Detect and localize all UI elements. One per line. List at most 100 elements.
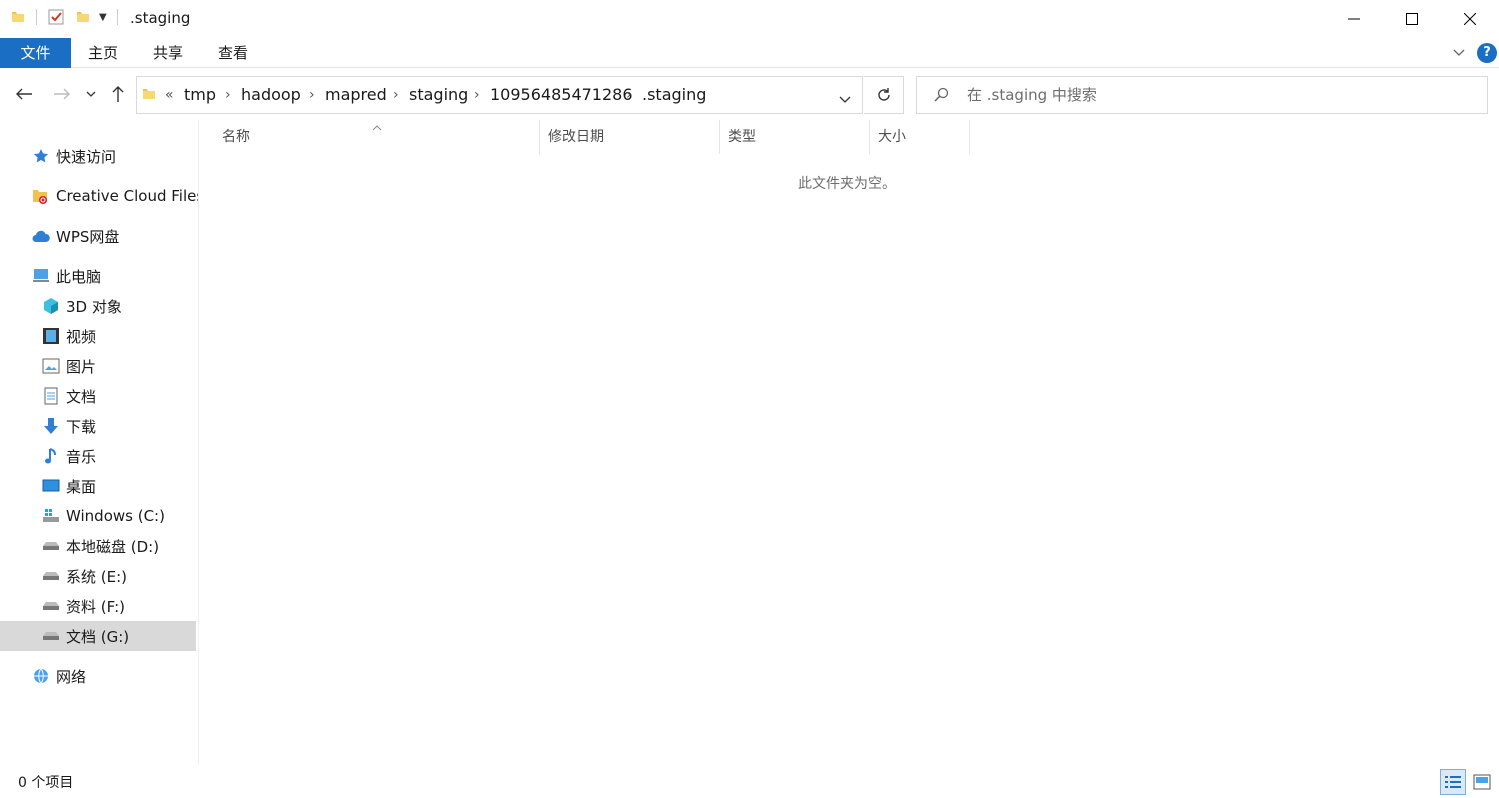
breadcrumb-overflow[interactable]: « [165,77,174,113]
expand-ribbon-button[interactable] [1452,45,1466,63]
title-bar: ▼ .staging [0,0,1499,38]
sidebar-item-label: 系统 (E:) [66,567,128,586]
arrow-up-icon [112,86,124,102]
column-header-name[interactable]: 名称 [214,120,540,154]
chevron-right-icon[interactable]: › [474,77,480,113]
windows-drive-icon [42,507,60,525]
window-title: .staging [130,9,191,27]
download-arrow-icon [42,417,60,435]
sidebar-item-drive-c[interactable]: Windows (C:) [0,501,196,531]
customize-dropdown-icon[interactable]: ▼ [99,12,107,23]
sidebar-item-label: 桌面 [66,477,97,496]
large-icons-view-button[interactable] [1469,769,1495,795]
search-input[interactable]: 在 .staging 中搜索 [967,77,1097,113]
sidebar-item-pictures[interactable]: 图片 [0,351,196,381]
breadcrumb-tmp[interactable]: tmp [184,77,216,113]
tab-home[interactable]: 主页 [76,38,130,68]
file-list[interactable]: 名称 修改日期 类型 大小 此文件夹为空。 [200,120,1499,765]
sidebar-item-drive-e[interactable]: 系统 (E:) [0,561,196,591]
search-icon [933,87,949,107]
address-bar[interactable]: « tmp › hadoop › mapred › staging › 1095… [136,76,863,114]
sidebar-item-music[interactable]: 音乐 [0,441,196,471]
arrow-left-icon [16,88,32,100]
cube-icon [42,297,60,315]
chevron-right-icon[interactable]: › [393,77,399,113]
sidebar-item-videos[interactable]: 视频 [0,321,196,351]
drive-icon [42,567,60,585]
refresh-button[interactable] [864,76,904,114]
picture-icon [42,357,60,375]
computer-icon [32,267,50,285]
sidebar-item-network[interactable]: 网络 [0,661,196,691]
tab-file[interactable]: 文件 [0,38,71,68]
column-header-modified[interactable]: 修改日期 [540,120,720,154]
search-box[interactable]: 在 .staging 中搜索 [916,76,1488,114]
sidebar-item-drive-f[interactable]: 资料 (F:) [0,591,196,621]
sidebar-item-wps-drive[interactable]: WPS网盘 [0,221,196,251]
minimize-icon [1348,18,1360,20]
sidebar-item-label: 视频 [66,327,97,346]
up-button[interactable] [106,82,130,106]
sidebar-item-3d-objects[interactable]: 3D 对象 [0,291,196,321]
new-folder-icon[interactable] [75,9,91,25]
back-button[interactable] [12,82,36,106]
breadcrumb-mapred[interactable]: mapred [325,77,387,113]
network-icon [32,667,50,685]
forward-button[interactable] [50,82,74,106]
maximize-icon [1406,13,1418,25]
item-count: 0 个项目 [18,775,74,791]
sidebar-item-label: 音乐 [66,447,97,466]
chevron-right-icon[interactable]: › [225,77,231,113]
minimize-button[interactable] [1325,0,1383,38]
sidebar-item-documents[interactable]: 文档 [0,381,196,411]
recent-locations-button[interactable] [82,82,100,106]
arrow-right-icon [54,88,70,100]
large-icons-view-icon [1473,774,1491,790]
sidebar-item-desktop[interactable]: 桌面 [0,471,196,501]
sidebar-item-label: 下载 [66,417,97,436]
sidebar-item-label: Creative Cloud Files [56,187,199,205]
breadcrumb-hadoop[interactable]: hadoop [241,77,301,113]
breadcrumb-job-id[interactable]: 10956485471286 [490,77,633,113]
chevron-down-icon [1453,49,1465,56]
music-note-icon [42,447,60,465]
close-icon [1464,13,1476,25]
column-header-size[interactable]: 大小 [870,120,970,154]
address-history-dropdown[interactable] [839,90,851,108]
sidebar-item-drive-g[interactable]: 文档 (G:) [0,621,196,651]
chevron-right-icon[interactable]: › [626,77,632,113]
star-icon [32,147,50,165]
help-icon[interactable]: ? [1477,43,1497,63]
tab-view[interactable]: 查看 [206,38,260,68]
sidebar-item-label: 图片 [66,357,97,376]
details-view-button[interactable] [1440,769,1466,795]
drive-icon [42,597,60,615]
desktop-icon [42,477,60,495]
drive-icon [42,537,60,555]
tab-share[interactable]: 共享 [141,38,195,68]
column-header-type[interactable]: 类型 [720,120,870,154]
breadcrumb-current[interactable]: .staging [642,77,706,113]
empty-folder-message: 此文件夹为空。 [798,176,896,192]
sidebar-item-this-pc[interactable]: 此电脑 [0,261,196,291]
sidebar-item-creative-cloud[interactable]: Creative Cloud Files [0,181,199,211]
chevron-down-icon [86,91,96,97]
sidebar-item-drive-d[interactable]: 本地磁盘 (D:) [0,531,196,561]
cloud-icon [32,227,50,245]
chevron-right-icon[interactable]: › [309,77,315,113]
sidebar-item-label: 快速访问 [56,147,117,166]
maximize-button[interactable] [1383,0,1441,38]
sidebar-item-label: 本地磁盘 (D:) [66,537,160,556]
sidebar-item-label: 3D 对象 [66,297,122,316]
folder-icon[interactable] [10,9,26,25]
breadcrumb-staging[interactable]: staging [409,77,468,113]
sidebar-item-quick-access[interactable]: 快速访问 [0,141,196,171]
film-icon [42,327,60,345]
folder-icon [141,86,157,106]
properties-checkmark-icon[interactable] [47,8,65,26]
chevron-down-icon [839,96,851,103]
close-button[interactable] [1441,0,1499,38]
refresh-icon [877,88,890,101]
address-row: « tmp › hadoop › mapred › staging › 1095… [0,70,1499,120]
sidebar-item-downloads[interactable]: 下载 [0,411,196,441]
